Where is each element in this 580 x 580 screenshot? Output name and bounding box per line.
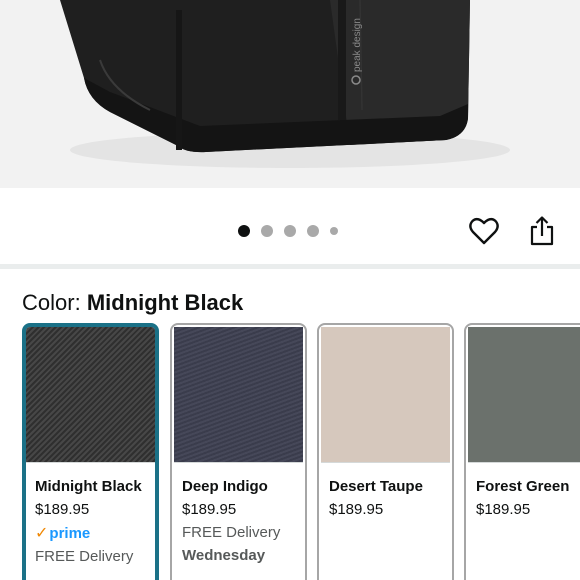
color-option-forest-green[interactable]: Forest Green $189.95 (464, 323, 580, 580)
gallery-dot[interactable] (284, 225, 296, 237)
gallery-dot[interactable] (307, 225, 319, 237)
share-button[interactable] (524, 212, 560, 250)
swatch-image (468, 327, 580, 463)
delivery-day: Wednesday (182, 547, 266, 564)
share-icon (530, 216, 554, 246)
color-option-name: Deep Indigo (182, 478, 268, 495)
color-option-midnight-black[interactable]: Midnight Black $189.95 ✓ prime FREE Deli… (22, 323, 159, 580)
color-selector-title: Color: Midnight Black (22, 290, 243, 316)
swatch-image (321, 327, 450, 463)
brand-mark: peak design (352, 18, 363, 72)
add-to-wishlist-button[interactable] (466, 212, 502, 250)
backpack-photo: peak design (0, 0, 580, 188)
color-option-name: Midnight Black (35, 478, 142, 495)
color-option-price: $189.95 (182, 501, 237, 518)
color-option-deep-indigo[interactable]: Deep Indigo $189.95 FREE Delivery Wednes… (170, 323, 307, 580)
prime-badge: ✓ prime (35, 524, 151, 544)
color-label: Color: (22, 290, 81, 315)
delivery-text: FREE Delivery (182, 524, 281, 541)
color-option-price: $189.95 (329, 501, 384, 518)
color-option-price: $189.95 (476, 501, 531, 518)
color-option-desert-taupe[interactable]: Desert Taupe $189.95 (317, 323, 454, 580)
color-swatch-list: Midnight Black $189.95 ✓ prime FREE Deli… (22, 323, 580, 580)
swatch-image (26, 327, 155, 463)
color-option-name: Forest Green (476, 478, 570, 495)
heart-icon (469, 217, 499, 245)
prime-label: prime (49, 525, 91, 542)
gallery-dot[interactable] (238, 225, 250, 237)
product-image[interactable]: peak design (0, 0, 580, 188)
color-option-name: Desert Taupe (329, 478, 423, 495)
delivery-text: FREE Delivery (35, 548, 134, 565)
section-divider (0, 264, 580, 269)
gallery-dot[interactable] (261, 225, 273, 237)
gallery-pagination (238, 225, 338, 237)
prime-check-icon: ✓ (35, 525, 49, 542)
selected-color-value: Midnight Black (86, 290, 244, 315)
color-option-price: $189.95 (35, 501, 90, 518)
swatch-image (174, 327, 303, 463)
gallery-dot[interactable] (330, 227, 338, 235)
